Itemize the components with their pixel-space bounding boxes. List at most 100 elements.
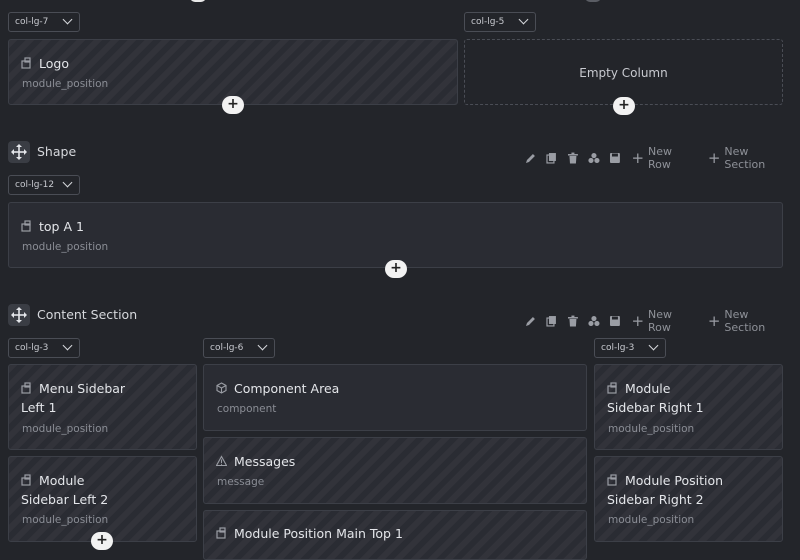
module-title-row: top A 1: [21, 217, 84, 236]
plus-icon: +: [707, 149, 721, 167]
empty-column-label: Empty Column: [579, 66, 668, 80]
trash-icon[interactable]: [567, 315, 579, 327]
new-section-label: New Section: [724, 308, 766, 334]
top-edge-control: [585, 0, 601, 2]
module-title-row: Logo: [21, 54, 69, 73]
move-icon: [11, 144, 27, 160]
module-title-line2: Left 1: [21, 400, 57, 415]
module-position-label: module_position: [608, 423, 695, 435]
section-title: Content Section: [37, 307, 138, 322]
module-title: Module: [39, 473, 85, 488]
column-width-value: col-lg-3: [15, 343, 49, 353]
module-title: Menu Sidebar: [39, 381, 126, 396]
module-title-line2: Sidebar Right 2: [607, 492, 704, 507]
cube-icon: [216, 382, 227, 394]
column-width-select[interactable]: col-lg-3: [594, 338, 666, 358]
column-width-select[interactable]: col-lg-5: [464, 12, 536, 32]
pencil-icon[interactable]: [525, 152, 537, 164]
module-title-row: Module: [21, 471, 84, 490]
module-title-line2: Sidebar Right 1: [607, 400, 704, 415]
chevron-down-icon: [62, 14, 73, 25]
module-position-label: module_position: [22, 78, 109, 90]
module-card-top-a1[interactable]: top A 1 module_position: [8, 202, 783, 268]
module-card-component-area[interactable]: Component Area component: [203, 364, 587, 431]
module-title: Module Position Main Top 1: [234, 526, 403, 541]
empty-column[interactable]: Empty Column: [464, 39, 783, 105]
chevron-down-icon: [648, 340, 659, 351]
module-icon: [607, 474, 617, 486]
chevron-down-icon: [518, 14, 529, 25]
module-title-row: Module Position Main Top 1: [216, 524, 403, 543]
module-title: Component Area: [234, 381, 340, 396]
module-title: Messages: [234, 454, 296, 469]
module-card-main-top-1[interactable]: Module Position Main Top 1: [203, 510, 587, 560]
copy-icon[interactable]: [546, 152, 558, 164]
module-card-module-sidebar-left-2[interactable]: Module Sidebar Left 2 module_position: [8, 456, 197, 542]
module-title: top A 1: [39, 219, 84, 234]
module-position-label: module_position: [22, 423, 109, 435]
new-section-button[interactable]: + New Section: [708, 145, 792, 171]
add-module-button[interactable]: +: [385, 260, 407, 278]
module-position-label: component: [217, 403, 277, 415]
module-position-label: module_position: [22, 514, 109, 526]
column-width-value: col-lg-7: [15, 17, 49, 27]
module-title: Module: [625, 381, 671, 396]
module-title-row: Module Position: [607, 471, 723, 490]
top-edge-control: [190, 0, 206, 2]
module-title: Module Position: [625, 473, 724, 488]
warning-icon: [216, 455, 227, 467]
module-position-label: module_position: [608, 514, 695, 526]
add-module-button[interactable]: +: [222, 96, 244, 114]
module-title: Logo: [39, 56, 69, 71]
section-title: Shape: [37, 144, 77, 159]
new-row-label: New Row: [648, 308, 673, 334]
move-handle[interactable]: [8, 141, 30, 163]
move-handle[interactable]: [8, 304, 30, 326]
new-row-button[interactable]: + New Row: [631, 308, 697, 334]
save-icon[interactable]: [609, 152, 621, 164]
add-module-button[interactable]: +: [613, 97, 635, 115]
column-width-value: col-lg-12: [15, 180, 55, 190]
module-title-row: Messages: [216, 452, 295, 471]
module-position-label: message: [217, 476, 265, 488]
module-icon: [21, 57, 31, 69]
module-position-label: module_position: [22, 241, 109, 253]
module-title-row: Module: [607, 379, 670, 398]
column-width-select[interactable]: col-lg-6: [203, 338, 275, 358]
module-card-sidebar-right-2[interactable]: Module Position Sidebar Right 2 module_p…: [594, 456, 783, 542]
section-toolbar: + New Row + New Section: [525, 308, 800, 334]
move-icon: [11, 307, 27, 323]
copy-icon[interactable]: [546, 315, 558, 327]
module-title-row: Component Area: [216, 379, 339, 398]
new-row-button[interactable]: + New Row: [631, 145, 697, 171]
chevron-down-icon: [257, 340, 268, 351]
column-width-select[interactable]: col-lg-12: [8, 175, 80, 195]
gears-icon[interactable]: [588, 315, 600, 327]
module-card-menu-sidebar-left-1[interactable]: Menu Sidebar Left 1 module_position: [8, 364, 197, 450]
module-card-sidebar-right-1[interactable]: Module Sidebar Right 1 module_position: [594, 364, 783, 450]
module-icon: [21, 382, 31, 394]
plus-icon: +: [707, 312, 721, 330]
plus-icon: +: [631, 149, 645, 167]
new-row-label: New Row: [648, 145, 673, 171]
trash-icon[interactable]: [567, 152, 579, 164]
module-card-messages[interactable]: Messages message: [203, 437, 587, 504]
module-icon: [607, 382, 617, 394]
column-width-value: col-lg-6: [210, 343, 244, 353]
section-toolbar: + New Row + New Section: [525, 145, 800, 171]
column-width-value: col-lg-5: [471, 17, 505, 27]
save-icon[interactable]: [609, 315, 621, 327]
module-icon: [216, 527, 226, 539]
column-width-select[interactable]: col-lg-7: [8, 12, 80, 32]
module-icon: [21, 220, 31, 232]
new-section-button[interactable]: + New Section: [708, 308, 792, 334]
chevron-down-icon: [62, 177, 73, 188]
column-width-select[interactable]: col-lg-3: [8, 338, 80, 358]
pencil-icon[interactable]: [525, 315, 537, 327]
gears-icon[interactable]: [588, 152, 600, 164]
module-title-row: Menu Sidebar: [21, 379, 125, 398]
chevron-down-icon: [62, 340, 73, 351]
module-title-line2: Sidebar Left 2: [21, 492, 109, 507]
add-module-button[interactable]: +: [91, 532, 113, 550]
module-icon: [21, 474, 31, 486]
